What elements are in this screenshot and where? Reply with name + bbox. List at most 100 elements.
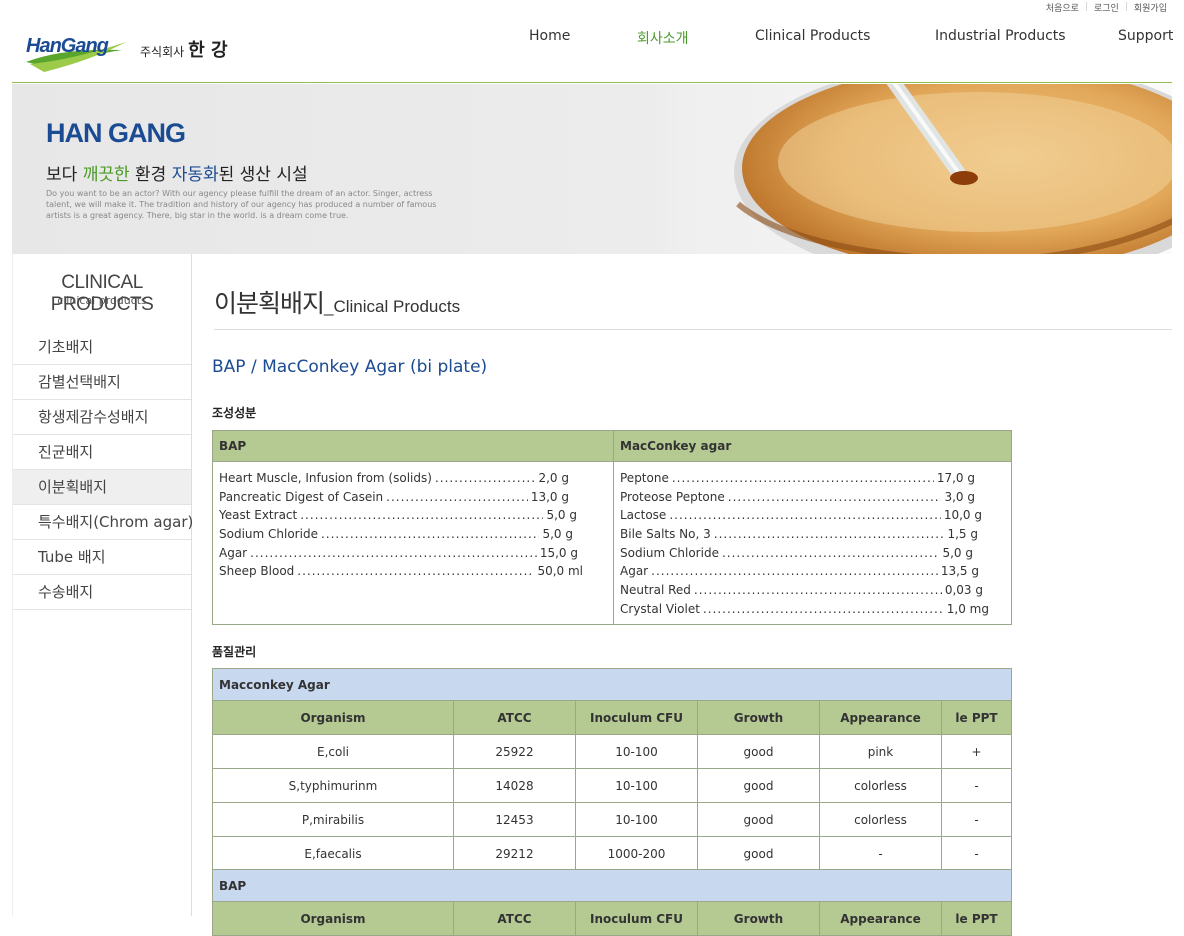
qc-header-atcc: ATCC xyxy=(453,700,576,735)
qc-bap-table: BAP Organism ATCC Inoculum CFU Growth Ap… xyxy=(212,869,1012,936)
ingredient-row: Neutral Red 0,03 g xyxy=(620,581,983,600)
qc-header-atcc: ATCC xyxy=(453,901,576,936)
nav-industrial-products[interactable]: Industrial Products xyxy=(935,28,1066,44)
ingredient-row: Sheep Blood 50,0 ml xyxy=(219,562,583,581)
table-cell: 1000-200 xyxy=(575,836,698,871)
util-login-link[interactable]: 로그인 xyxy=(1094,1,1119,14)
leader-dots xyxy=(321,525,540,544)
leader-dots xyxy=(435,469,536,488)
macconkey-ingredients: Peptone 17,0 g Proteose Peptone 3,0 g Lact… xyxy=(613,461,1012,625)
ingredient-row: Lactose 10,0 g xyxy=(620,506,982,525)
table-cell: 14028 xyxy=(453,768,576,803)
sidebar-item-tube-media[interactable]: Tube 배지 xyxy=(13,540,191,575)
divider: | xyxy=(1084,2,1088,12)
qc-macconkey-table: Macconkey Agar Organism ATCC Inoculum CF… xyxy=(212,668,1012,871)
petri-dish-image xyxy=(678,84,1172,254)
leader-dots xyxy=(728,488,942,507)
ingredient-row: Pancreatic Digest of Casein 13,0 g xyxy=(219,488,569,507)
slogan-highlight-blue: 자동화 xyxy=(171,165,219,185)
table-row: E,coli 25922 10-100 good pink + xyxy=(212,734,1012,769)
qc-header-organism: Organism xyxy=(212,901,454,936)
ingredient-value: 17,0 g xyxy=(936,471,975,485)
qc-header-appearance: Appearance xyxy=(819,700,942,735)
qc-label: 품질관리 xyxy=(212,645,257,659)
ingredient-row: Peptone 17,0 g xyxy=(620,469,975,488)
ingredient-value: 10,0 g xyxy=(943,508,982,523)
ingredient-row: Agar 15,0 g xyxy=(219,544,578,563)
leader-dots xyxy=(250,544,537,563)
table-cell: 10-100 xyxy=(575,768,698,803)
leader-dots xyxy=(297,562,534,581)
ingredient-name: Heart Muscle, Infusion from (solids) xyxy=(219,471,432,485)
ingredient-name: Sodium Chloride xyxy=(620,545,719,560)
ingredient-name: Proteose Peptone xyxy=(620,489,725,504)
sidebar-item-basic-media[interactable]: 기초배지 xyxy=(13,330,191,365)
table-cell: - xyxy=(941,802,1012,837)
table-row: S,typhimurinm 14028 10-100 good colorless - xyxy=(212,768,1012,803)
sidebar-item-antibiotic-media[interactable]: 항생제감수성배지 xyxy=(13,400,191,435)
table-cell: 12453 xyxy=(453,802,576,837)
banner-description: Do you want to be an actor? With our age… xyxy=(46,189,437,220)
qc-header-growth: Growth xyxy=(697,700,820,735)
util-join-link[interactable]: 회원가입 xyxy=(1134,1,1167,14)
ingredient-row: Yeast Extract 5,0 g xyxy=(219,506,577,525)
table-cell: - xyxy=(941,836,1012,871)
comp-header-bap: BAP xyxy=(212,430,614,462)
sidebar-item-fungal-media[interactable]: 진균배지 xyxy=(13,435,191,470)
utility-links: 처음으로 | 로그인 | 회원가입 xyxy=(1046,0,1167,14)
table-cell: 29212 xyxy=(453,836,576,871)
qc-header-inoculum: Inoculum CFU xyxy=(575,901,698,936)
main-nav: Home 회사소개 Clinical Products Industrial P… xyxy=(12,28,1173,50)
ingredient-value: 5,0 g xyxy=(942,545,973,560)
leader-dots xyxy=(386,488,528,507)
sidebar-subtitle: clinical products xyxy=(57,294,147,307)
nav-company[interactable]: 회사소개 xyxy=(637,28,689,48)
ingredient-row: Agar 13,5 g xyxy=(620,562,979,581)
ingredient-row: Sodium Chloride 5,0 g xyxy=(620,544,973,563)
leader-dots xyxy=(694,581,942,600)
table-cell: colorless xyxy=(819,768,942,803)
table-cell: P,mirabilis xyxy=(212,802,454,837)
ingredient-value: 1,0 mg xyxy=(946,601,989,616)
table-row: E,faecalis 29212 1000-200 good - - xyxy=(212,836,1012,871)
qc-header-inoculum: Inoculum CFU xyxy=(575,700,698,735)
ingredient-row: Sodium Chloride 5,0 g xyxy=(219,525,573,544)
divider: | xyxy=(1124,2,1128,12)
table-row: P,mirabilis 12453 10-100 good colorless - xyxy=(212,802,1012,837)
comp-header-macconkey: MacConkey agar xyxy=(613,430,1012,462)
table-cell: pink xyxy=(819,734,942,769)
table-cell: S,typhimurinm xyxy=(212,768,454,803)
qc-header-growth: Growth xyxy=(697,901,820,936)
ingredient-value: 1,5 g xyxy=(947,527,978,542)
sidebar-item-bi-plate[interactable]: 이분획배지 xyxy=(13,470,191,505)
nav-home[interactable]: Home xyxy=(529,28,570,44)
sidebar-item-transport-media[interactable]: 수송배지 xyxy=(13,575,191,610)
nav-clinical-products[interactable]: Clinical Products xyxy=(755,28,870,44)
slogan-part: 환경 xyxy=(129,165,172,185)
leader-dots xyxy=(669,506,941,525)
sidebar-item-chrom-agar[interactable]: 특수배지(Chrom agar) xyxy=(13,505,193,540)
table-cell: E,coli xyxy=(212,734,454,769)
table-cell: - xyxy=(819,836,942,871)
page-title-en: _Clinical Products xyxy=(324,297,461,316)
sidebar-item-selective-media[interactable]: 감별선택배지 xyxy=(13,365,191,400)
nav-support[interactable]: Support xyxy=(1118,28,1173,44)
slogan-part: 된 생산 시설 xyxy=(218,165,308,185)
table-cell: good xyxy=(697,836,820,871)
util-home-link[interactable]: 처음으로 xyxy=(1046,1,1079,14)
ingredient-value: 13,0 g xyxy=(530,489,569,504)
ingredient-value: 5,0 g xyxy=(542,527,573,542)
ingredient-value: 3,0 g xyxy=(944,489,975,504)
hero-banner: HAN GANG 보다 깨끗한 환경 자동화된 생산 시설 Do you wan… xyxy=(12,84,1172,254)
slogan-highlight-green: 깨끗한 xyxy=(82,165,130,185)
table-cell: 10-100 xyxy=(575,734,698,769)
ingredient-value: 5,0 g xyxy=(546,508,577,523)
product-name: BAP / MacConkey Agar (bi plate) xyxy=(212,357,488,377)
ingredient-name: Sheep Blood xyxy=(219,564,295,579)
ingredient-name: Lactose xyxy=(620,508,667,523)
table-cell: 25922 xyxy=(453,734,576,769)
ingredient-name: Sodium Chloride xyxy=(219,527,318,542)
table-cell: colorless xyxy=(819,802,942,837)
qc-header-appearance: Appearance xyxy=(819,901,942,936)
slogan-part: 보다 xyxy=(46,165,83,185)
